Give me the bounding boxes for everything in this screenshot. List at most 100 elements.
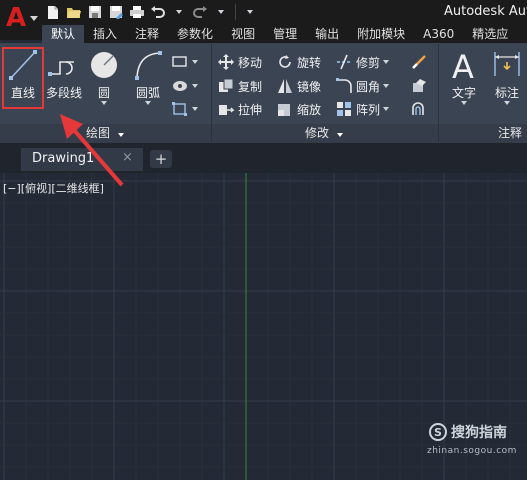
rotate-label: 旋转	[297, 55, 322, 70]
dimension-button[interactable]: 标注	[489, 48, 525, 105]
chevron-down-icon	[336, 133, 343, 137]
tab-default[interactable]: 默认	[42, 25, 85, 43]
polyline-button-label: 多段线	[45, 86, 82, 100]
polyline-button[interactable]: 多段线	[45, 48, 83, 101]
save-as-icon[interactable]	[107, 3, 125, 21]
copy-label: 复制	[238, 79, 263, 94]
move-label: 移动	[238, 55, 263, 70]
copy-button[interactable]: 复制	[217, 76, 262, 96]
print-icon[interactable]	[128, 3, 146, 21]
mirror-label: 镜像	[297, 79, 322, 94]
array-label: 阵列	[356, 102, 381, 117]
explode-button[interactable]	[410, 76, 428, 96]
separator	[235, 4, 236, 20]
erase-icon	[412, 55, 426, 69]
boundary-icon	[172, 102, 187, 116]
modify-panel-title[interactable]: 修改	[305, 124, 343, 142]
tab-a360[interactable]: A360	[414, 25, 463, 43]
new-tab-button[interactable]: +	[150, 150, 172, 168]
modify-panel-title-label: 修改	[305, 126, 330, 140]
fillet-label: 圆角	[356, 79, 381, 94]
chevron-down-icon	[117, 133, 124, 137]
redo-icon[interactable]	[191, 3, 209, 21]
sogou-logo-icon: S	[429, 423, 447, 441]
erase-button[interactable]	[410, 52, 428, 72]
stretch-label: 拉伸	[238, 102, 263, 117]
tab-parametric[interactable]: 参数化	[168, 25, 222, 43]
watermark-url: zhinan.sogou.com	[427, 446, 517, 456]
tab-view[interactable]: 视图	[222, 25, 264, 43]
explode-icon	[413, 79, 426, 92]
stretch-button[interactable]: 拉伸	[217, 99, 262, 119]
rectangle-icon	[172, 56, 187, 67]
tab-featured-apps[interactable]: 精选应	[463, 25, 517, 43]
chevron-down-icon[interactable]	[383, 84, 390, 88]
fillet-button[interactable]: 圆角	[335, 76, 390, 96]
dimension-icon	[494, 52, 520, 76]
scale-label: 缩放	[297, 102, 322, 117]
arc-button-label: 圆弧	[135, 86, 160, 100]
chevron-down-icon[interactable]	[192, 60, 198, 64]
text-button-label: 文字	[451, 86, 476, 100]
viewport-controls[interactable]: [−][俯视][二维线框]	[3, 180, 104, 196]
save-icon[interactable]	[86, 3, 104, 21]
chevron-down-icon[interactable]	[192, 84, 198, 88]
text-button[interactable]: A 文字	[447, 48, 481, 105]
chevron-down-icon[interactable]	[212, 3, 230, 21]
tab-add-ins[interactable]: 附加模块	[348, 25, 414, 43]
circle-button[interactable]: 圆	[88, 48, 120, 105]
chevron-down-icon[interactable]	[145, 101, 151, 105]
highlight-box	[2, 47, 44, 109]
document-tab-label: Drawing1	[32, 151, 95, 166]
offset-button[interactable]	[410, 99, 428, 119]
draw-panel-title[interactable]: 绘图	[86, 124, 124, 142]
polyline-icon	[48, 61, 74, 76]
scale-icon	[278, 104, 290, 116]
rotate-button[interactable]: 旋转	[276, 52, 321, 72]
application-menu-button[interactable]: A	[0, 0, 42, 40]
stretch-icon	[219, 105, 235, 115]
chevron-down-icon[interactable]	[101, 101, 107, 105]
chevron-down-icon[interactable]	[241, 3, 259, 21]
hatch-button[interactable]	[171, 76, 198, 96]
draw-panel-title-label: 绘图	[86, 126, 111, 140]
rectangle-button[interactable]	[171, 52, 198, 72]
move-icon	[218, 54, 234, 70]
chevron-down-icon[interactable]	[504, 101, 510, 105]
move-button[interactable]: 移动	[217, 52, 262, 72]
offset-icon	[412, 102, 424, 115]
boundary-button[interactable]	[171, 99, 198, 119]
dimension-button-label: 标注	[494, 86, 519, 100]
chevron-down-icon[interactable]	[461, 101, 467, 105]
svg-text:S: S	[434, 426, 442, 439]
close-icon[interactable]: ×	[122, 150, 133, 165]
circle-icon	[91, 52, 117, 78]
copy-icon	[219, 78, 234, 92]
undo-icon[interactable]	[149, 3, 167, 21]
tab-annotate[interactable]: 注释	[126, 25, 168, 43]
chevron-down-icon[interactable]	[383, 60, 390, 64]
ribbon-tab-bar: 默认 插入 注释 参数化 视图 管理 输出 附加模块 A360 精选应	[42, 25, 527, 43]
trim-icon	[337, 54, 351, 70]
new-icon[interactable]	[44, 3, 62, 21]
tab-insert[interactable]: 插入	[84, 25, 126, 43]
annotation-panel-title[interactable]: 注释	[498, 124, 522, 142]
trim-button[interactable]: 修剪	[335, 52, 390, 72]
fillet-icon	[336, 78, 352, 93]
chevron-down-icon	[30, 16, 38, 21]
scale-button[interactable]: 缩放	[276, 99, 321, 119]
watermark-text: 搜狗指南	[451, 425, 507, 441]
circle-button-label: 圆	[97, 86, 110, 100]
svg-text:A: A	[452, 48, 474, 82]
trim-label: 修剪	[356, 55, 381, 70]
mirror-button[interactable]: 镜像	[276, 76, 321, 96]
tab-output[interactable]: 输出	[306, 25, 348, 43]
array-button[interactable]: 阵列	[335, 99, 390, 119]
chevron-down-icon[interactable]	[383, 107, 390, 111]
arc-button[interactable]: 圆弧	[130, 48, 166, 105]
chevron-down-icon[interactable]	[192, 107, 198, 111]
tab-manage[interactable]: 管理	[264, 25, 306, 43]
chevron-down-icon[interactable]	[170, 3, 188, 21]
array-icon	[337, 102, 351, 116]
open-icon[interactable]	[65, 3, 83, 21]
